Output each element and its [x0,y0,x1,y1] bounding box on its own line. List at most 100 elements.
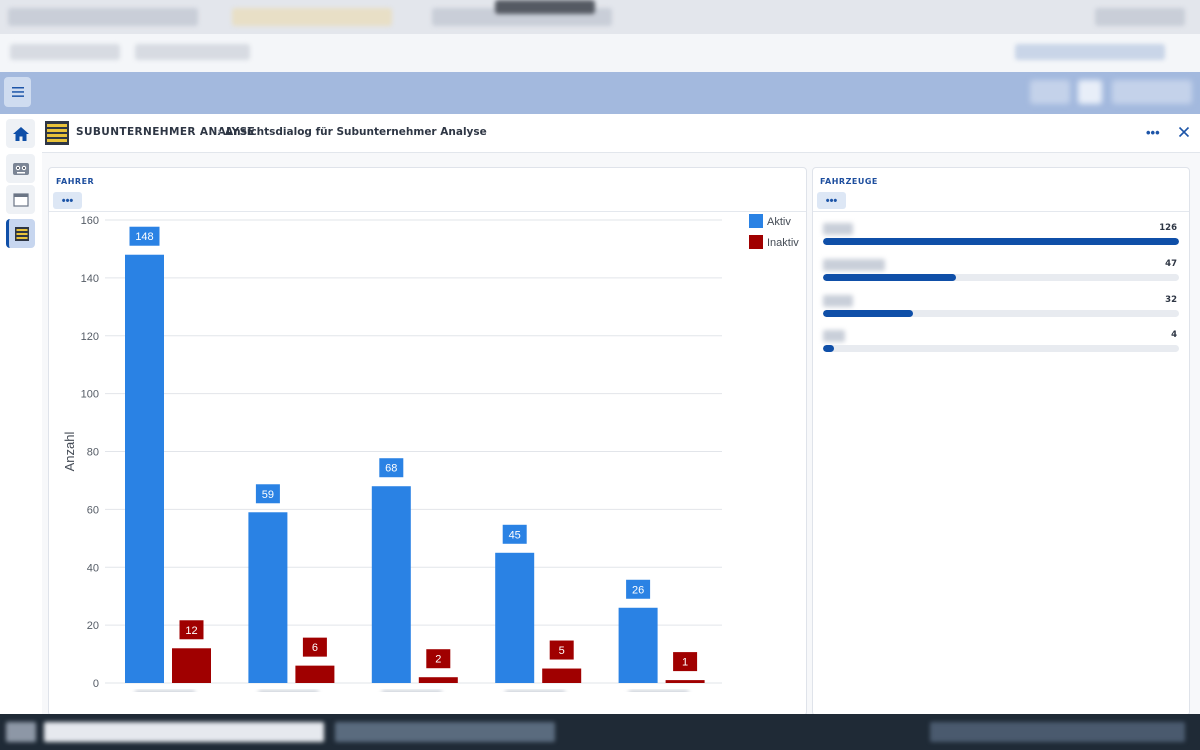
menu-button[interactable] [4,77,31,107]
x-tick-label-obscured [505,690,566,692]
start-button[interactable] [6,722,36,742]
breadcrumb-separator: › [217,125,222,138]
data-label: 26 [632,584,644,596]
more-options-button[interactable]: ••• [1140,124,1164,142]
data-label: 12 [185,625,197,637]
fahrer-card-title: FAHRER [56,177,95,186]
data-label: 1 [682,657,688,669]
os-taskbar [0,714,1200,750]
data-label: 59 [262,489,274,501]
x-tick-label-obscured [628,690,689,692]
robot-icon [12,162,29,175]
y-tick-label: 100 [81,389,99,401]
fahrer-bar-chart: 0 20 40 60 80 100 120 140 160 Anzahl 148 12 59 6 68 2 45… [62,214,799,692]
y-tick-label: 80 [87,447,99,459]
url-field[interactable] [135,44,250,60]
fahrzeuge-progress-track [823,238,1179,245]
close-icon [1178,126,1190,137]
fahrzeuge-progress-fill [823,345,835,352]
fahrzeuge-item-label [823,295,853,307]
main-content: SUBUNTERNEHMER ANALYSE › Ansichtsdialog … [42,114,1200,716]
data-label: 45 [509,529,521,541]
fahrzeuge-progress-track [823,310,1179,317]
bar-aktiv [371,486,411,683]
data-label: 5 [559,645,565,657]
x-tick-label-obscured [135,690,195,692]
browser-address-bar [0,34,1200,72]
x-tick-label-obscured [258,690,319,692]
browser-nav-buttons[interactable] [10,44,120,60]
y-tick-label: 120 [81,331,99,343]
taskbar-search[interactable] [44,722,324,742]
nav-automation-button[interactable] [6,154,35,183]
page-title: Ansichtsdialog für Subunternehmer Analys… [225,126,487,138]
fahrzeuge-progress-fill [823,310,914,317]
fahrzeuge-item: 126 [823,223,1179,253]
bar-inaktiv [542,668,582,683]
fahrer-more-button[interactable]: ••• [53,192,82,209]
browser-toolbar-icons[interactable] [1015,44,1165,60]
data-label: 68 [385,463,397,475]
window-icon [12,192,29,207]
app-header-bar [0,72,1200,114]
card-divider [813,211,1189,212]
fahrzeuge-item-label [823,330,845,342]
nav-analysis-button[interactable] [6,219,35,248]
system-tray[interactable] [930,722,1185,742]
app-logo-icon [45,121,69,145]
y-tick-label: 0 [93,678,99,690]
fahrzeuge-progress-track [823,274,1179,281]
home-icon [12,126,29,141]
bar-aktiv [618,607,658,683]
y-tick-label: 20 [87,620,99,632]
browser-tab-active[interactable] [232,8,392,26]
bar-aktiv [125,254,164,683]
fahrzeuge-item-label [823,223,853,235]
fahrzeuge-progress-fill [823,274,956,281]
analysis-list-icon [15,226,29,241]
browser-tab[interactable] [8,8,198,26]
fahrzeuge-item-label [823,259,885,271]
page-title-bar: SUBUNTERNEHMER ANALYSE › Ansichtsdialog … [42,114,1200,153]
fahrzeuge-progress-fill [823,238,1179,245]
bar-inaktiv [665,680,705,683]
fahrzeuge-card-title: FAHRZEUGE [820,177,878,186]
legend-label: Inaktiv [767,237,799,249]
y-axis-label: Anzahl [62,432,77,472]
legend-swatch [749,235,763,249]
fahrzeuge-more-button[interactable]: ••• [817,192,846,209]
bar-aktiv [495,552,535,683]
window-controls[interactable] [1095,8,1185,26]
user-info[interactable] [1112,80,1192,104]
bar-aktiv [248,512,288,683]
fahrer-card: FAHRER ••• 0 20 40 60 80 100 120 140 160 Anzahl 14… [48,167,807,716]
fahrzeuge-item-value: 4 [1171,330,1177,340]
fahrzeuge-item: 4 [823,330,1179,360]
fahrzeuge-item-value: 47 [1165,259,1177,269]
nav-home-button[interactable] [6,119,35,148]
legend-swatch [749,214,763,228]
user-avatar[interactable] [1078,80,1102,104]
nav-window-button[interactable] [6,185,35,214]
x-tick-label-obscured [381,690,442,692]
legend-label: Aktiv [767,216,791,228]
data-label: 148 [135,231,153,243]
header-status-area [1030,80,1070,104]
bar-inaktiv [418,677,458,683]
fahrzeuge-progress-track [823,345,1179,352]
fahrzeuge-item: 32 [823,295,1179,325]
fahrzeuge-item-value: 32 [1165,295,1177,305]
y-tick-label: 160 [81,215,99,227]
bar-inaktiv [172,648,211,683]
close-button[interactable] [1172,123,1192,143]
data-label: 2 [435,654,441,666]
fahrzeuge-card: FAHRZEUGE ••• 126 47 32 4 [812,167,1190,716]
fahrzeuge-item: 47 [823,259,1179,289]
data-label: 6 [312,642,318,654]
y-tick-label: 140 [81,273,99,285]
y-tick-label: 60 [87,504,99,516]
hamburger-icon [11,87,24,97]
y-tick-label: 40 [87,562,99,574]
taskbar-apps[interactable] [335,722,555,742]
window-title-area [495,0,595,14]
